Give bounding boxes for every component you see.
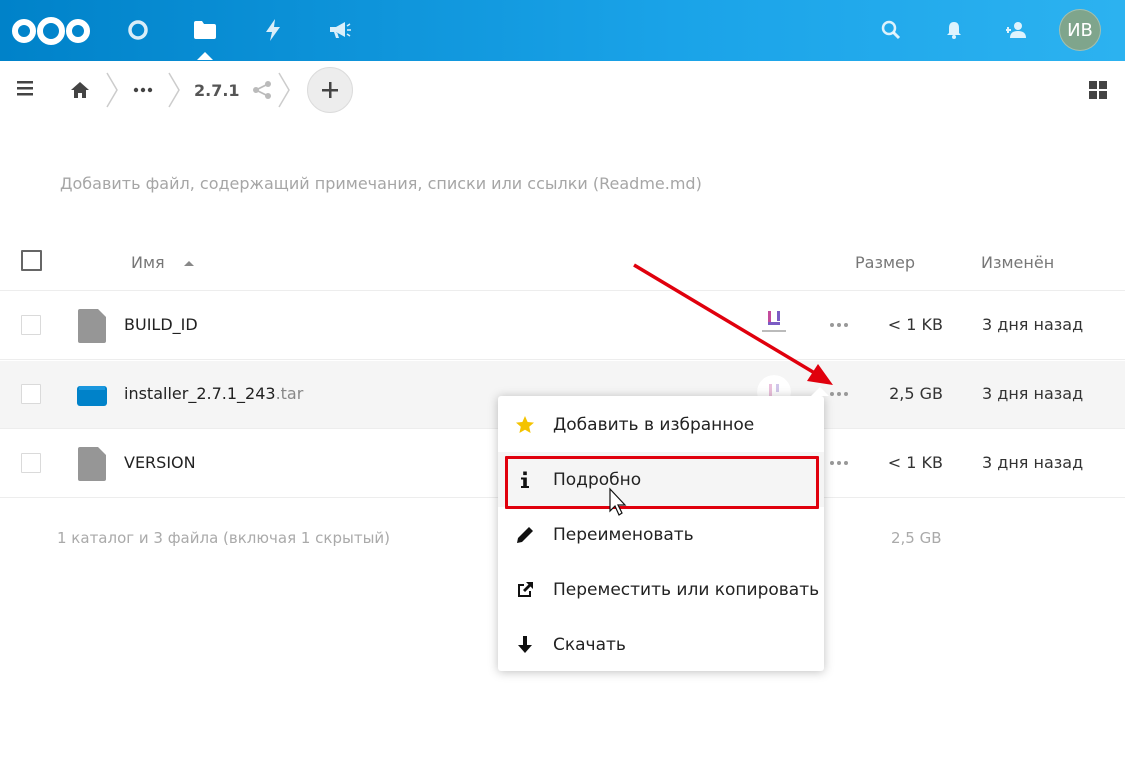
more-icon [133, 87, 153, 93]
file-icon [78, 309, 106, 343]
file-size: < 1 KB [887, 453, 943, 472]
activity-icon[interactable] [253, 10, 293, 50]
menu-item-label: Переименовать [553, 524, 694, 545]
share-icon[interactable] [251, 75, 273, 105]
breadcrumb-current-label: 2.7.1 [194, 80, 240, 100]
menu-item-download[interactable]: Скачать [498, 617, 824, 672]
breadcrumb-separator-icon [278, 72, 290, 108]
menu-item-label: Переместить или копировать [553, 579, 820, 600]
breadcrumb-home[interactable] [70, 75, 90, 105]
info-icon [521, 471, 529, 488]
search-icon[interactable] [877, 16, 905, 44]
pencil-icon [517, 526, 533, 543]
file-size: < 1 KB [887, 315, 943, 334]
file-modified: 3 дня назад [982, 315, 1084, 334]
dashboard-icon[interactable] [118, 10, 158, 50]
menu-item-favorite[interactable]: Добавить в избранное [498, 397, 824, 452]
sort-ascending-icon [184, 261, 194, 266]
table-summary-size: 2,5 GB [891, 529, 942, 547]
plus-icon [322, 82, 338, 98]
table-row[interactable]: BUILD_ID < 1 KB 3 дня назад [0, 292, 1125, 360]
file-name[interactable]: installer_2.7.1_243.tar [124, 384, 303, 403]
new-file-button[interactable] [307, 67, 353, 113]
row-actions-icon[interactable] [830, 386, 856, 402]
menu-item-details[interactable]: Подробно [498, 452, 824, 507]
file-modified: 3 дня назад [982, 384, 1084, 403]
announcements-icon[interactable] [320, 10, 360, 50]
breadcrumb-bar: 2.7.1 [0, 61, 1125, 119]
file-actions-menu: Добавить в избранное Подробно Переименов… [498, 387, 829, 672]
menu-item-move-copy[interactable]: Переместить или копировать [498, 562, 824, 617]
file-table-header: Имя Размер Изменён [0, 233, 1125, 291]
table-summary: 1 каталог и 3 файла (включая 1 скрытый) [57, 529, 391, 547]
select-all-checkbox[interactable] [21, 250, 42, 271]
app-preview-icon [762, 311, 786, 332]
menu-item-label: Скачать [553, 634, 626, 655]
download-icon [518, 635, 532, 653]
user-avatar[interactable]: ИВ [1059, 9, 1101, 51]
nextcloud-logo-icon[interactable] [10, 15, 92, 47]
menu-item-label: Добавить в избранное [553, 414, 755, 435]
row-actions-icon[interactable] [830, 317, 856, 333]
external-link-icon [518, 581, 533, 597]
bell-icon[interactable] [940, 16, 968, 44]
menu-item-label: Подробно [553, 469, 642, 490]
column-modified-header[interactable]: Изменён [981, 253, 1054, 272]
breadcrumb-more[interactable] [133, 75, 153, 105]
hamburger-menu-icon[interactable] [14, 77, 38, 101]
readme-hint[interactable]: Добавить файл, содержащий примечания, сп… [60, 174, 702, 193]
file-name[interactable]: BUILD_ID [124, 315, 198, 334]
home-icon [71, 82, 89, 98]
file-icon [78, 447, 106, 481]
file-name[interactable]: VERSION [124, 453, 196, 472]
contacts-icon[interactable] [1003, 16, 1031, 44]
column-size-header[interactable]: Размер [855, 253, 915, 272]
menu-item-rename[interactable]: Переименовать [498, 507, 824, 562]
star-icon [516, 415, 534, 433]
grid-view-icon[interactable] [1087, 79, 1109, 101]
row-checkbox[interactable] [21, 315, 41, 335]
row-checkbox[interactable] [21, 453, 41, 473]
files-icon[interactable] [185, 10, 225, 60]
row-actions-icon[interactable] [830, 455, 856, 471]
row-checkbox[interactable] [21, 384, 41, 404]
breadcrumb-separator-icon [168, 72, 180, 108]
column-name-header[interactable]: Имя [131, 253, 165, 272]
top-header: ИВ [0, 0, 1125, 61]
file-modified: 3 дня назад [982, 453, 1084, 472]
archive-icon [77, 386, 107, 406]
breadcrumb-separator-icon [106, 72, 118, 108]
file-size: 2,5 GB [889, 384, 943, 403]
breadcrumb-current[interactable]: 2.7.1 [194, 75, 240, 105]
